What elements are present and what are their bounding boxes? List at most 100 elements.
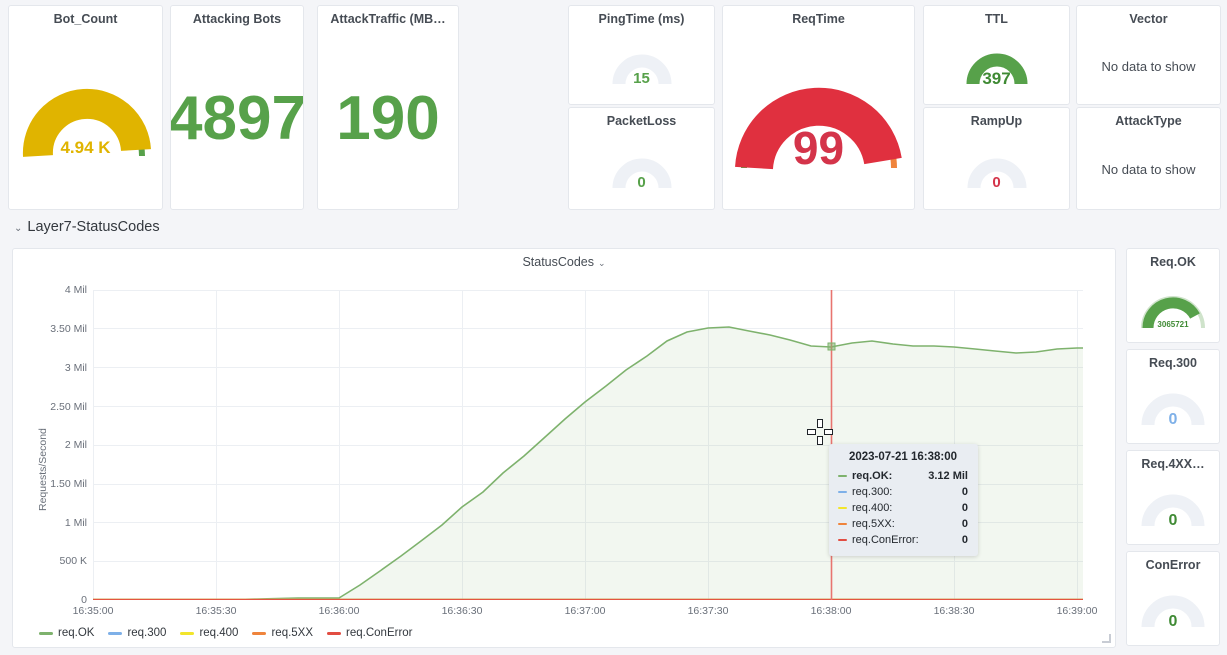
panel-title: Req.300 <box>1149 356 1197 370</box>
panel-con-error[interactable]: ConError 0 <box>1126 551 1220 646</box>
legend-swatch-icon <box>252 631 267 635</box>
legend-swatch-icon <box>39 631 53 635</box>
panel-title: Bot_Count <box>53 12 118 26</box>
gauge-req-time: 99 <box>730 65 908 173</box>
gauge-value: 0 <box>1168 410 1178 428</box>
x-tick-label: 16:35:00 <box>72 605 114 617</box>
legend-item[interactable]: req.OK <box>39 627 94 639</box>
chevron-down-icon: ⌄ <box>14 222 23 234</box>
timeseries-title-label: StatusCodes <box>522 255 595 269</box>
panel-body: 0 <box>1127 475 1219 544</box>
x-tick-label: 16:37:00 <box>564 605 606 617</box>
panel-attack-type[interactable]: AttackType No data to show <box>1076 107 1221 210</box>
tooltip-series-value: 0 <box>961 518 968 530</box>
y-tick-label: 1.50 Mil <box>50 478 87 490</box>
stat-value: 190 <box>336 83 440 153</box>
panel-title: RampUp <box>970 114 1023 128</box>
gauge-ttl: 397 <box>965 48 1029 88</box>
series-color-icon <box>838 522 847 526</box>
panel-body: 3065721 <box>1127 273 1219 342</box>
x-tick-label: 16:35:30 <box>195 605 237 617</box>
legend-label: req.400 <box>199 627 239 639</box>
panel-body: 0 <box>569 134 714 209</box>
legend-item[interactable]: req.ConError <box>327 627 413 639</box>
panel-vector[interactable]: Vector No data to show <box>1076 5 1221 105</box>
chart-legend[interactable]: req.OK req.300 req.400 req.5XX req.ConEr… <box>39 627 413 639</box>
panel-req-ok[interactable]: Req.OK 3065721 <box>1126 248 1220 343</box>
gauge-value: 0 <box>1168 612 1178 630</box>
tooltip-row: req.OK: 3.12 Mil <box>838 468 968 484</box>
crosshair-cursor-icon <box>807 419 833 445</box>
legend-label: req.ConError <box>346 627 413 639</box>
panel-title: AttackTraffic (MB… <box>330 12 446 26</box>
gauge-value: 397 <box>982 69 1011 88</box>
panel-title: ReqTime <box>792 12 845 26</box>
y-tick-label: 4 Mil <box>64 284 87 296</box>
gauge-value: 15 <box>633 70 650 87</box>
row-header-label: Layer7-StatusCodes <box>27 219 160 235</box>
panel-attacking-bots[interactable]: Attacking Bots 4897 <box>170 5 304 210</box>
panel-title: Attacking Bots <box>192 12 282 26</box>
gauge-bot-count: 4.94 K <box>18 78 154 160</box>
legend-swatch-icon <box>327 631 342 635</box>
panel-ramp-up[interactable]: RampUp 0 <box>923 107 1070 210</box>
gauge-ramp-up: 0 <box>966 153 1028 191</box>
tooltip-series-name: req.OK: <box>852 470 893 482</box>
no-data-message: No data to show <box>1101 58 1196 74</box>
y-tick-label: 2.50 Mil <box>50 401 87 413</box>
panel-resize-handle[interactable] <box>1102 634 1111 643</box>
panel-body: 0 <box>924 134 1069 209</box>
legend-swatch-icon <box>180 631 195 635</box>
series-color-icon <box>838 538 847 542</box>
grafana-dashboard: Bot_Count 4.94 K Attacking Bots 4897 Att… <box>0 0 1227 655</box>
panel-attack-traffic[interactable]: AttackTraffic (MB… 190 <box>317 5 459 210</box>
panel-body: 0 <box>1127 576 1219 645</box>
panel-req-300[interactable]: Req.300 0 <box>1126 349 1220 444</box>
tooltip-row: req.5XX: 0 <box>838 516 968 532</box>
legend-label: req.5XX <box>271 627 314 639</box>
gauge-value: 3065721 <box>1157 319 1189 329</box>
y-tick-label: 3.50 Mil <box>50 323 87 335</box>
legend-label: req.300 <box>127 627 167 639</box>
legend-item[interactable]: req.400 <box>180 627 238 639</box>
legend-item[interactable]: req.5XX <box>252 627 313 639</box>
chevron-down-icon: ⌄ <box>598 258 606 268</box>
row-header-layer7-statuscodes[interactable]: ⌄ Layer7-StatusCodes <box>14 219 160 235</box>
series-color-icon <box>838 506 847 510</box>
gauge-con-error: 0 <box>1140 591 1206 631</box>
panel-body: No data to show <box>1077 130 1220 209</box>
panel-body: 190 <box>318 28 458 209</box>
series-color-icon <box>838 474 847 478</box>
panel-packet-loss[interactable]: PacketLoss 0 <box>568 107 715 210</box>
tooltip-series-name: req.ConError: <box>852 534 919 546</box>
panel-ttl[interactable]: TTL 397 <box>923 5 1070 105</box>
panel-ping-time[interactable]: PingTime (ms) 15 <box>568 5 715 105</box>
timeseries-panel-title[interactable]: StatusCodes ⌄ <box>13 255 1115 269</box>
panel-title: ConError <box>1145 558 1201 572</box>
x-tick-label: 16:39:00 <box>1056 605 1098 617</box>
panel-req-4xx[interactable]: Req.4XX… 0 <box>1126 450 1220 545</box>
tooltip-series-name: req.300: <box>852 486 893 498</box>
panel-req-time[interactable]: ReqTime 99 <box>722 5 915 210</box>
panel-title: Req.OK <box>1150 255 1196 269</box>
stat-value: 4897 <box>170 83 304 153</box>
tooltip-series-value: 0 <box>961 486 968 498</box>
gauge-packet-loss: 0 <box>611 153 673 191</box>
x-tick-label: 16:38:30 <box>933 605 975 617</box>
legend-swatch-icon <box>108 631 123 635</box>
panel-title: TTL <box>985 12 1008 26</box>
panel-title: Vector <box>1129 12 1168 26</box>
gauge-value: 0 <box>1168 511 1178 529</box>
tooltip-row: req.300: 0 <box>838 484 968 500</box>
panel-title: PingTime (ms) <box>598 12 685 26</box>
gauge-req-300: 0 <box>1140 389 1206 429</box>
panel-body: 4897 <box>171 28 303 209</box>
chart-tooltip: 2023-07-21 16:38:00 req.OK: 3.12 Mil req… <box>829 444 978 556</box>
gauge-ping-time: 15 <box>611 49 673 87</box>
panel-body: 4.94 K <box>9 28 162 209</box>
panel-title: Req.4XX… <box>1141 457 1205 471</box>
legend-item[interactable]: req.300 <box>108 627 166 639</box>
panel-body: 0 <box>1127 374 1219 443</box>
y-tick-label: 2 Mil <box>64 439 87 451</box>
panel-bot-count[interactable]: Bot_Count 4.94 K <box>8 5 163 210</box>
